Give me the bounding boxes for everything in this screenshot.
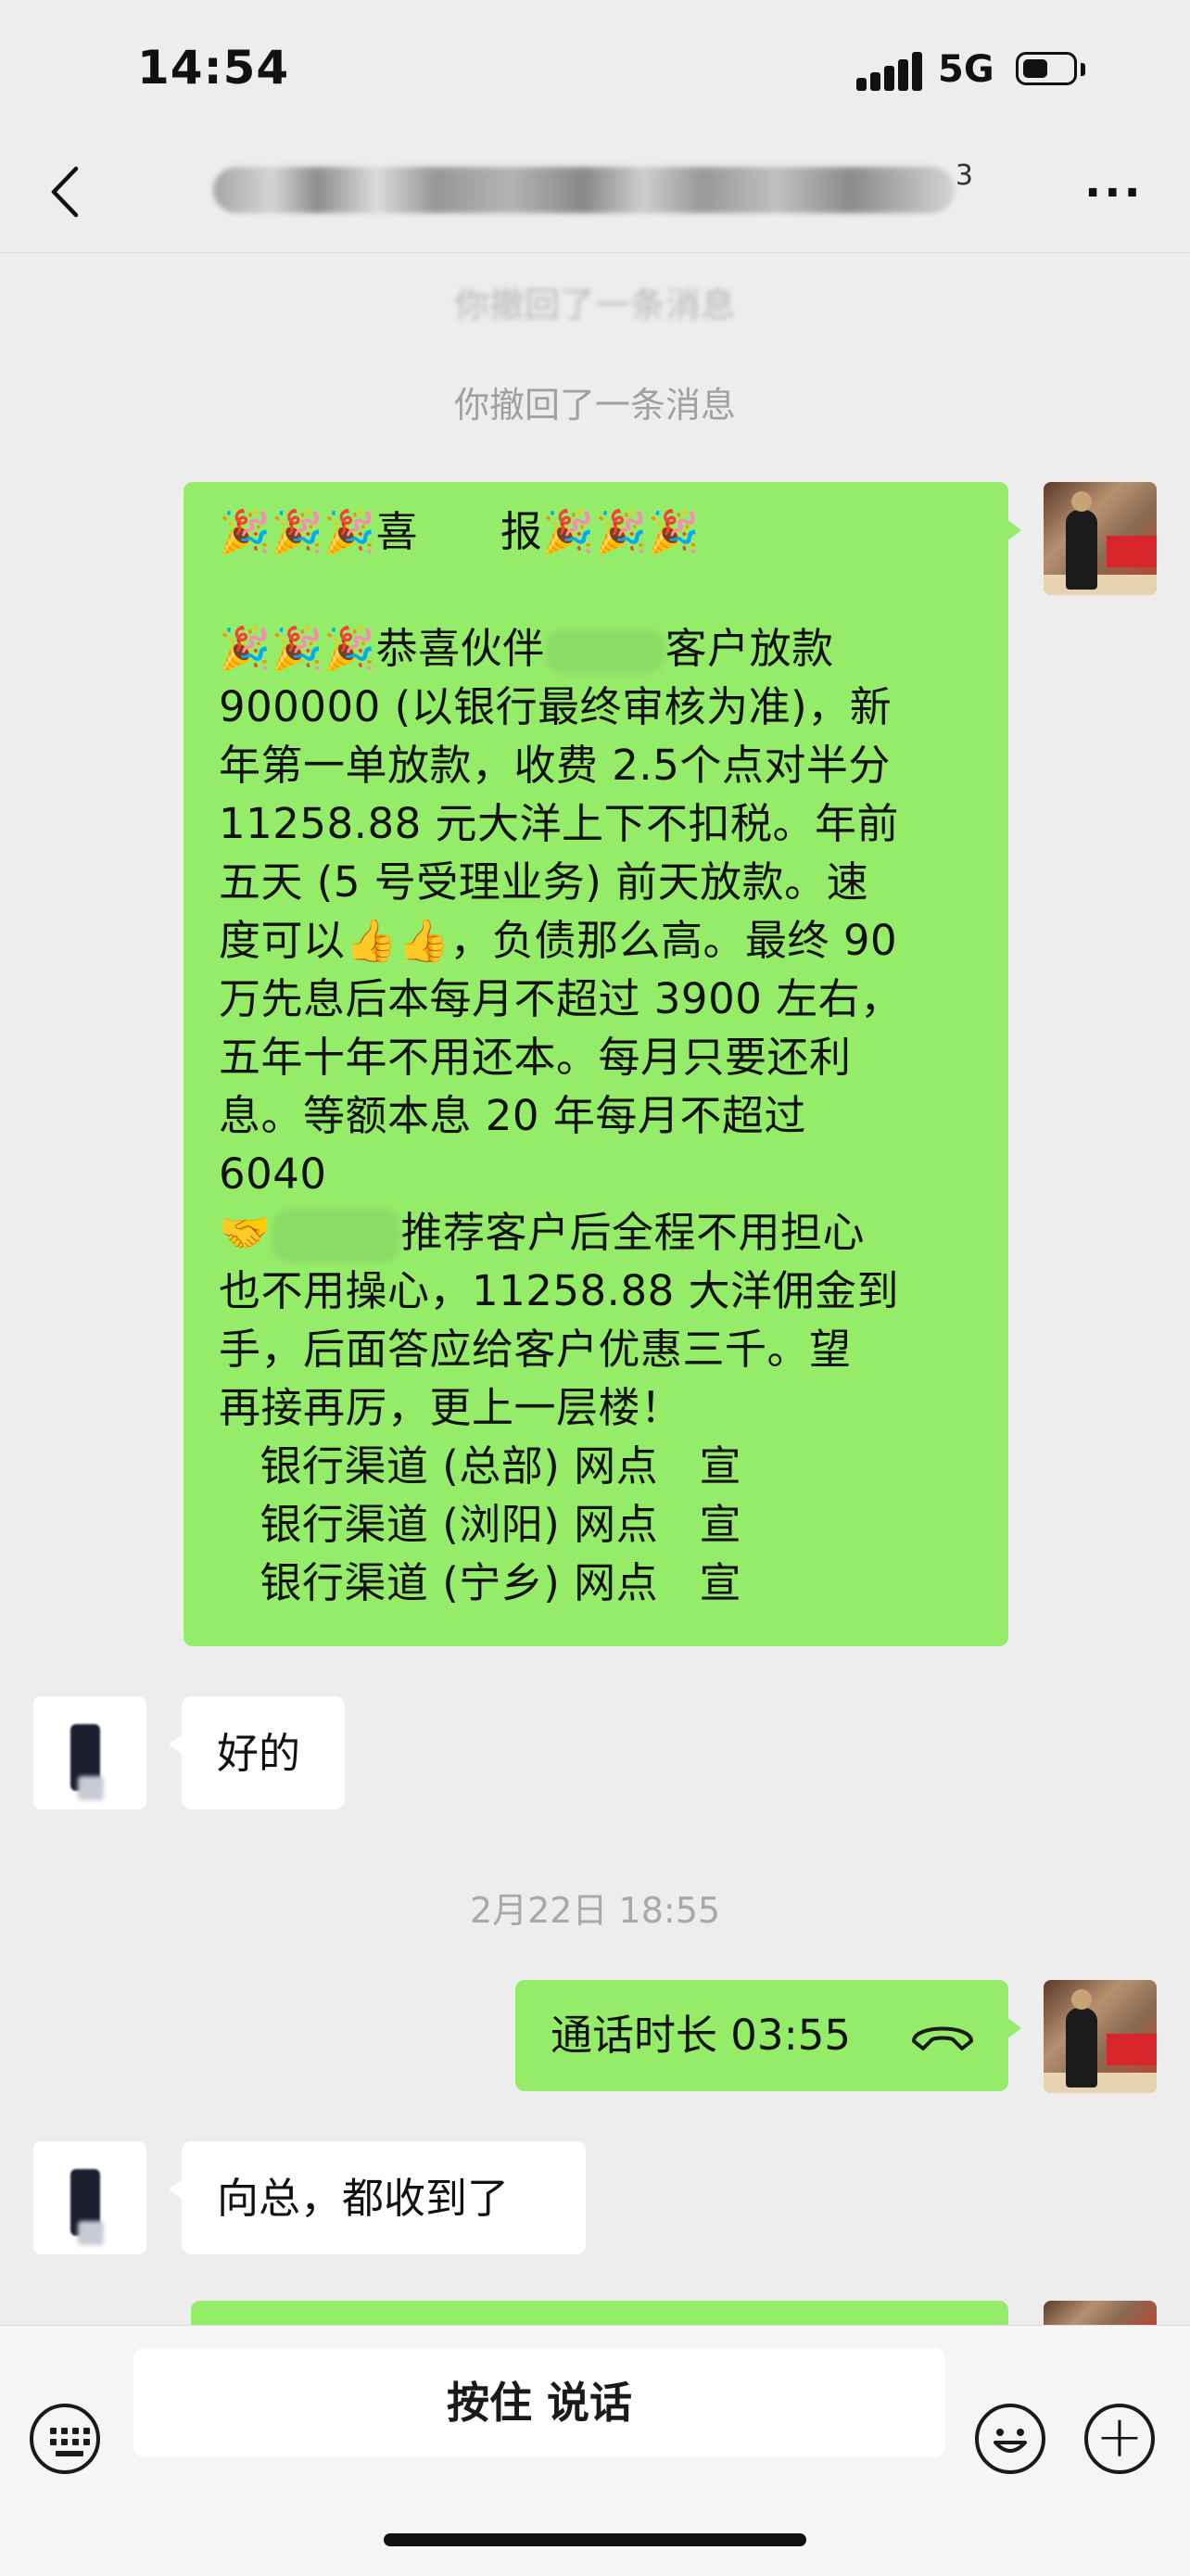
msg-line: 银行渠道 (宁乡) 网点 宣 bbox=[219, 1558, 742, 1607]
reply-message-bubble[interactable]: 好的 bbox=[169, 1696, 345, 1809]
msg-line: 银行渠道 (浏阳) 网点 宣 bbox=[219, 1500, 742, 1549]
contact-avatar[interactable] bbox=[33, 1696, 146, 1809]
plus-icon[interactable]: + bbox=[1084, 2404, 1155, 2474]
msg-line: 推荐客户后全程不用担心 bbox=[400, 1208, 866, 1257]
signal-strength-icon bbox=[856, 52, 923, 91]
msg-line: 息。等额本息 20 年每月不超过 bbox=[219, 1091, 806, 1140]
msg-line: 万先息后本每月不超过 3900 左右， bbox=[219, 974, 903, 1023]
reply-text: 好的 bbox=[217, 1729, 301, 1778]
msg-line: 6040 bbox=[219, 1149, 327, 1199]
msg-line: 五天 (5 号受理业务) 前天放款。速 bbox=[219, 857, 869, 907]
nav-divider bbox=[0, 252, 1190, 253]
back-chevron-icon[interactable] bbox=[43, 159, 87, 224]
my-avatar[interactable] bbox=[1044, 1980, 1157, 2093]
message-timestamp: 2月22日 18:55 bbox=[469, 1890, 721, 1931]
home-indicator bbox=[384, 2533, 806, 2546]
network-type: 5G bbox=[938, 48, 994, 91]
chat-title: 3 bbox=[213, 159, 973, 221]
more-options-icon[interactable]: ··· bbox=[1084, 171, 1144, 215]
reply-text: 向总，都收到了 bbox=[217, 2174, 510, 2223]
msg-line: 客户放款 bbox=[665, 624, 834, 673]
heading-left: 🎉🎉🎉喜 bbox=[219, 507, 419, 556]
msg-line: 再接再厉，更上一层楼！ bbox=[219, 1383, 683, 1432]
keyboard-icon[interactable] bbox=[30, 2404, 100, 2474]
reply-message-bubble[interactable]: 向总，都收到了 bbox=[169, 2141, 586, 2254]
msg-line: 五年十年不用还本。每月只要还利 bbox=[219, 1033, 852, 1082]
msg-line: 年第一单放款，收费 2.5个点对半分 bbox=[219, 741, 891, 790]
msg-line: 🎉🎉🎉恭喜伙伴 bbox=[219, 624, 545, 673]
msg-line: 也不用操心，11258.88 大洋佣金到 bbox=[219, 1266, 900, 1315]
blurred-name bbox=[544, 629, 665, 674]
emoji-icon[interactable] bbox=[975, 2404, 1045, 2474]
blurred-name bbox=[271, 1209, 401, 1263]
phone-handset-icon bbox=[912, 2026, 973, 2050]
status-time: 14:54 bbox=[137, 41, 290, 95]
msg-line: 手，后面答应给客户优惠三千。望 bbox=[219, 1325, 852, 1374]
msg-line: 900000 (以银行最终审核为准)，新 bbox=[219, 682, 892, 731]
contact-avatar[interactable] bbox=[33, 2141, 146, 2254]
system-message-recalled: 你撤回了一条消息 bbox=[453, 385, 736, 425]
title-member-count: 3 bbox=[955, 159, 973, 192]
call-duration-label: 通话时长 03:55 bbox=[551, 2011, 851, 2060]
announcement-message-bubble[interactable]: 🎉🎉🎉喜 报🎉🎉🎉 🎉🎉🎉恭喜伙伴 客户放款 900000 (以银行最终审核为准)… bbox=[184, 482, 1021, 1646]
msg-line: 银行渠道 (总部) 网点 宣 bbox=[219, 1441, 742, 1491]
battery-icon bbox=[1016, 52, 1077, 85]
msg-line: 11258.88 元大洋上下不扣税。年前 bbox=[219, 799, 900, 848]
system-message-recalled-faded: 你撤回了一条消息 bbox=[453, 285, 736, 325]
msg-line: 度可以👍👍，负债那么高。最终 90 bbox=[219, 916, 898, 965]
battery-cap bbox=[1081, 63, 1085, 76]
handshake-emoji: 🤝 bbox=[219, 1208, 272, 1257]
heading-right: 报🎉🎉🎉 bbox=[500, 507, 701, 556]
hold-to-talk-button[interactable]: 按住 说话 bbox=[133, 2348, 945, 2457]
blurred-title bbox=[213, 167, 955, 213]
my-avatar[interactable] bbox=[1044, 482, 1157, 595]
call-record-bubble[interactable]: 通话时长 03:55 bbox=[515, 1980, 1021, 2091]
